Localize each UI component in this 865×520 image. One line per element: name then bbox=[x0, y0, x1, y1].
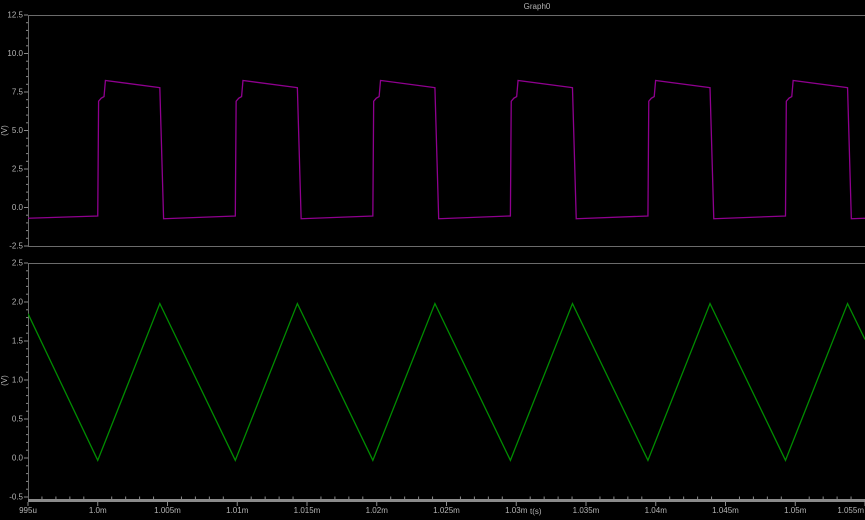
waveform-chart[interactable]: 12.5 10.0 7.5 5.0 2.5 0.0 -2.5 2.5 2.0 1.5 1.0 0.5 0… bbox=[0, 0, 865, 520]
x-tick-label: 1.01m bbox=[226, 506, 249, 515]
top-plot-area[interactable] bbox=[28, 15, 865, 246]
x-tick-label: 1.05m bbox=[784, 506, 807, 515]
y-tick-label: 2.0 bbox=[12, 298, 24, 307]
y-tick-label: 1.5 bbox=[12, 337, 24, 346]
bottom-plot-area[interactable] bbox=[28, 263, 865, 497]
x-tick-label: 1.03m bbox=[505, 506, 528, 515]
y-tick-label: 1.0 bbox=[12, 376, 24, 385]
y-tick-label: 12.5 bbox=[7, 11, 23, 20]
x-tick-label: 1.0m bbox=[89, 506, 107, 515]
y-tick-label: 2.5 bbox=[12, 259, 24, 268]
y-tick-label: 2.5 bbox=[12, 165, 24, 174]
bottom-plot-y-axis-label: (V) bbox=[0, 375, 9, 386]
y-tick-label: 7.5 bbox=[12, 88, 24, 97]
x-tick-label: 1.04m bbox=[645, 506, 668, 515]
y-tick-label: 0.0 bbox=[12, 203, 24, 212]
graph-window: Graph0 12.510.07.55.02.50.0-2.52.52.01.5… bbox=[0, 0, 865, 520]
x-tick-label: 1.02m bbox=[366, 506, 389, 515]
x-tick-label: 1.035m bbox=[573, 506, 600, 515]
x-tick-label: 1.025m bbox=[433, 506, 460, 515]
y-tick-label: -2.5 bbox=[9, 242, 23, 251]
y-tick-label: 0.0 bbox=[12, 454, 24, 463]
x-axis-label: t(s) bbox=[530, 507, 542, 516]
x-tick-label: 1.005m bbox=[154, 506, 181, 515]
x-tick-label: 1.045m bbox=[712, 506, 739, 515]
top-plot-y-axis-label: (V) bbox=[0, 125, 9, 136]
x-tick-label: 1.055m bbox=[837, 506, 864, 515]
y-tick-label: 10.0 bbox=[7, 49, 23, 58]
x-tick-label: 1.015m bbox=[294, 506, 321, 515]
y-tick-label: -0.5 bbox=[9, 493, 23, 502]
y-tick-label: 0.5 bbox=[12, 415, 24, 424]
x-tick-label: 995u bbox=[19, 506, 37, 515]
y-tick-label: 5.0 bbox=[12, 126, 24, 135]
x-axis-bar bbox=[28, 499, 865, 502]
